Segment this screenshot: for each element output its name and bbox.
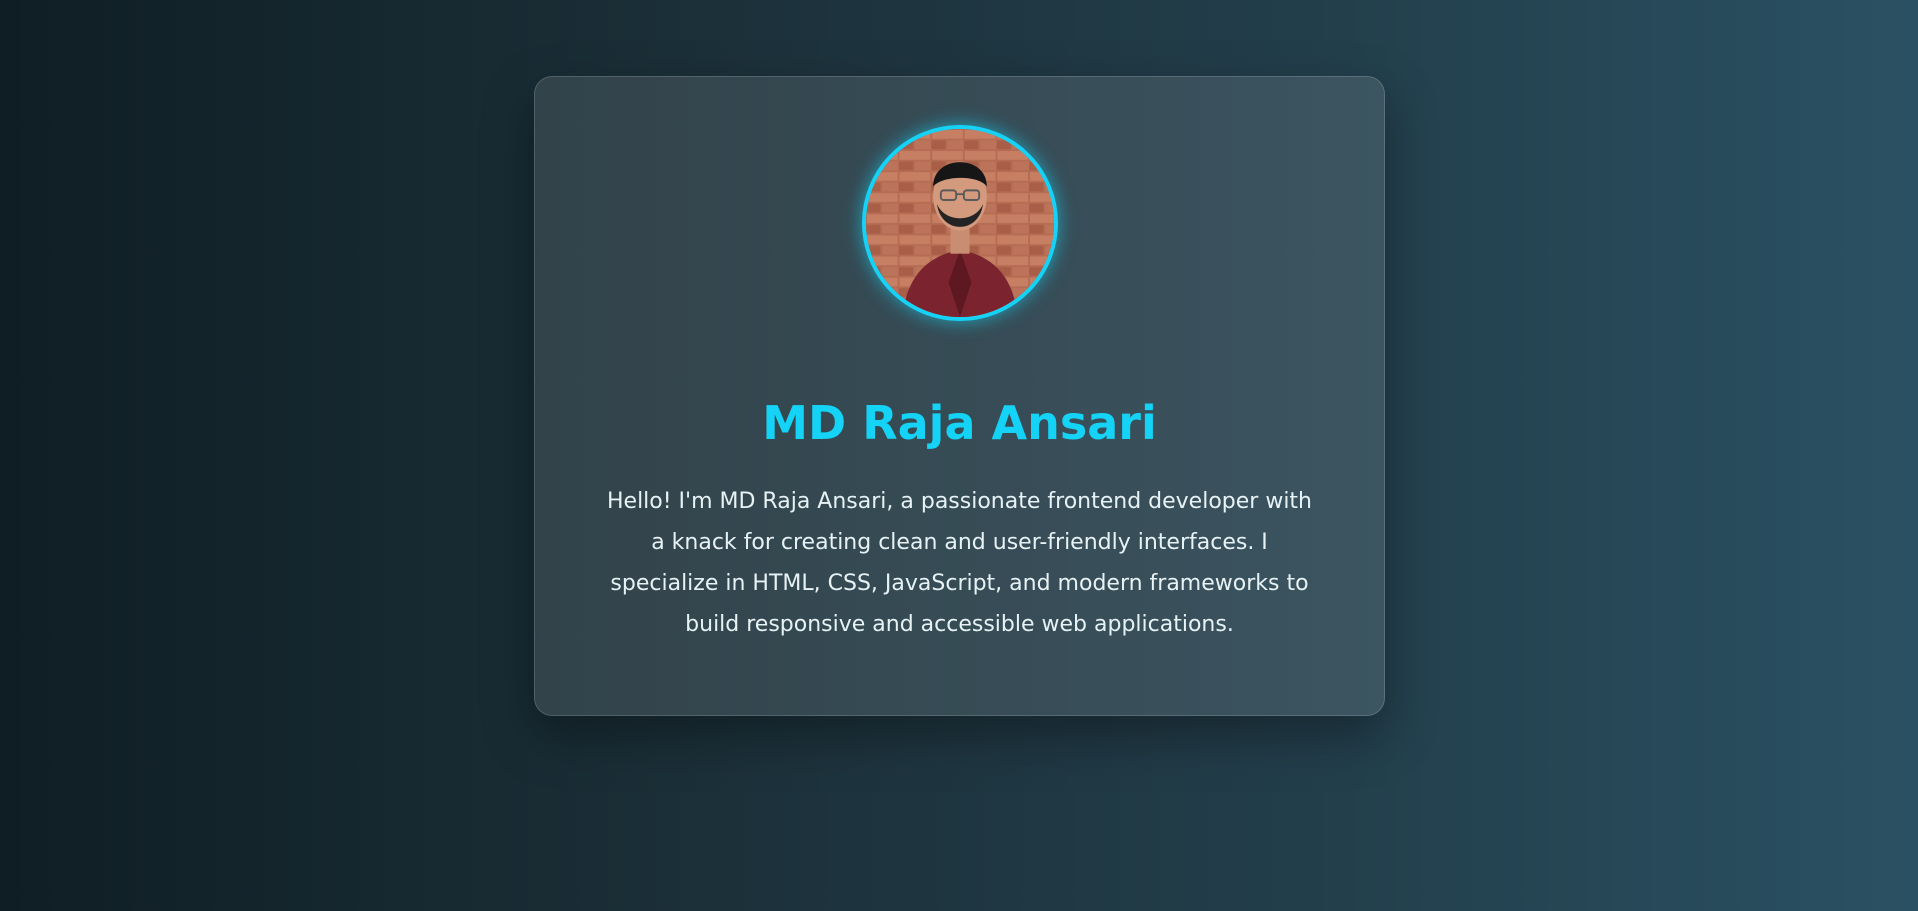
profile-bio: Hello! I'm MD Raja Ansari, a passionate … — [606, 489, 1312, 637]
profile-name: MD Raja Ansari — [762, 396, 1157, 450]
avatar — [862, 125, 1058, 321]
profile-photo-icon — [866, 129, 1054, 317]
profile-card: MD Raja Ansari Hello! I'm MD Raja Ansari… — [534, 76, 1385, 716]
